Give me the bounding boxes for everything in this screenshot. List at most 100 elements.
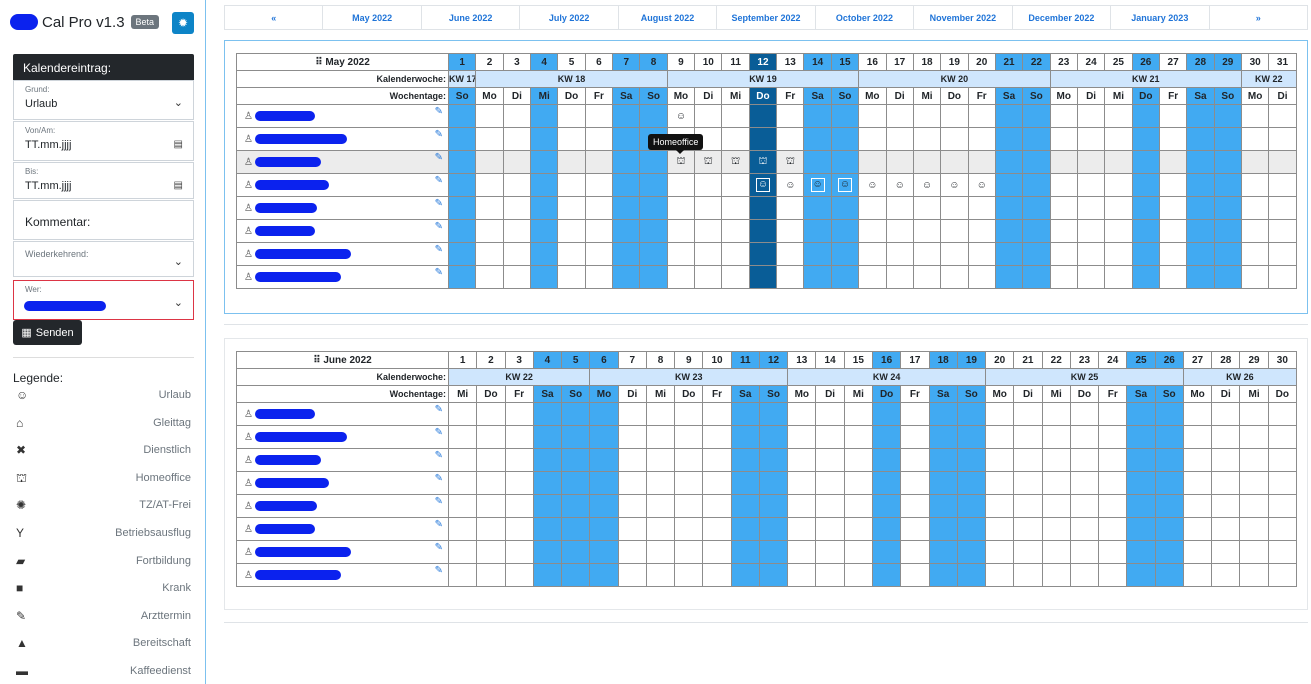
day-cell[interactable] [504, 517, 534, 541]
day-cell[interactable] [1213, 173, 1242, 197]
day-cell[interactable] [843, 540, 873, 564]
day-cell[interactable] [530, 219, 559, 243]
day-cell[interactable] [617, 402, 647, 426]
day-cell[interactable] [502, 265, 532, 289]
day-cell[interactable] [928, 448, 958, 472]
day-cell[interactable] [858, 196, 887, 220]
day-cell[interactable] [532, 471, 563, 495]
day-cell[interactable] [815, 540, 845, 564]
day-cell[interactable] [1240, 127, 1270, 151]
day-cell[interactable] [994, 150, 1024, 174]
day-cell[interactable] [871, 402, 902, 426]
day-cell[interactable] [1211, 402, 1241, 426]
edit-icon[interactable]: ✎ [435, 496, 443, 507]
day-cell[interactable] [885, 104, 914, 128]
day-cell[interactable] [1022, 173, 1051, 197]
day-cell[interactable] [858, 219, 887, 243]
day-cell[interactable] [476, 563, 506, 587]
day-cell[interactable] [748, 127, 778, 151]
day-cell[interactable] [666, 219, 696, 243]
day-cell[interactable] [1158, 265, 1188, 289]
day-cell[interactable] [530, 127, 559, 151]
day-cell[interactable] [557, 196, 586, 220]
edit-icon[interactable]: ✎ [435, 129, 443, 140]
day-cell[interactable] [885, 196, 914, 220]
day-cell[interactable] [447, 219, 477, 243]
person-row[interactable]: ♙ ✎ [236, 196, 1297, 220]
day-cell[interactable] [967, 104, 996, 128]
day-cell[interactable] [589, 425, 619, 449]
day-cell[interactable] [1268, 242, 1297, 266]
day-cell[interactable] [776, 219, 805, 243]
day-cell[interactable] [928, 517, 958, 541]
day-cell[interactable] [589, 563, 619, 587]
day-cell[interactable] [956, 494, 987, 518]
day-cell[interactable] [1076, 127, 1106, 151]
day-cell[interactable] [532, 563, 563, 587]
day-cell[interactable] [871, 425, 902, 449]
day-cell[interactable] [1069, 494, 1100, 518]
day-cell[interactable] [787, 517, 817, 541]
day-cell[interactable] [1211, 425, 1241, 449]
day-cell[interactable] [702, 494, 732, 518]
day-cell[interactable] [1104, 104, 1133, 128]
day-cell[interactable] [843, 517, 873, 541]
day-cell[interactable] [758, 540, 789, 564]
day-cell[interactable] [639, 265, 668, 289]
day-cell[interactable] [1268, 196, 1297, 220]
day-cell[interactable] [1069, 402, 1100, 426]
day-cell[interactable] [1076, 219, 1106, 243]
month-link[interactable]: August 2022 [619, 6, 718, 29]
day-cell[interactable] [1267, 402, 1297, 426]
day-cell[interactable] [776, 196, 805, 220]
day-cell[interactable] [721, 127, 750, 151]
bis-date-input[interactable]: Bis: TT.mm.jjjj ▤ [13, 162, 194, 199]
day-cell[interactable] [1013, 402, 1043, 426]
day-cell[interactable] [1049, 150, 1078, 174]
day-cell[interactable] [1049, 173, 1078, 197]
day-cell[interactable] [758, 402, 789, 426]
day-cell[interactable] [502, 173, 532, 197]
day-cell[interactable] [1186, 173, 1215, 197]
day-cell[interactable] [589, 448, 619, 472]
day-cell[interactable] [639, 219, 668, 243]
day-cell[interactable] [1131, 127, 1160, 151]
day-cell[interactable] [1268, 104, 1297, 128]
day-cell[interactable] [504, 448, 534, 472]
day-cell[interactable] [476, 517, 506, 541]
day-cell[interactable] [532, 425, 563, 449]
day-cell[interactable] [843, 425, 873, 449]
day-cell[interactable] [502, 104, 532, 128]
day-cell[interactable] [912, 150, 942, 174]
edit-icon[interactable]: ✎ [435, 450, 443, 461]
day-cell[interactable] [1049, 196, 1078, 220]
day-cell[interactable] [504, 540, 534, 564]
day-cell[interactable] [612, 127, 641, 151]
person-row[interactable]: ♙ ✎ [236, 219, 1297, 243]
month-link[interactable]: October 2022 [816, 6, 915, 29]
day-cell[interactable] [928, 563, 958, 587]
next-month-link[interactable]: » [1210, 6, 1307, 29]
day-cell[interactable] [447, 127, 477, 151]
day-cell[interactable] [1076, 196, 1106, 220]
day-cell[interactable] [447, 242, 477, 266]
day-cell[interactable] [1211, 517, 1241, 541]
day-cell[interactable] [1158, 127, 1188, 151]
day-cell[interactable] [1239, 494, 1269, 518]
day-cell[interactable] [504, 402, 534, 426]
day-cell[interactable] [1211, 448, 1241, 472]
day-cell[interactable] [1022, 127, 1051, 151]
day-cell[interactable] [830, 104, 860, 128]
day-cell[interactable] [530, 242, 559, 266]
day-cell[interactable] [532, 540, 563, 564]
day-cell[interactable] [928, 402, 958, 426]
day-cell[interactable] [1239, 563, 1269, 587]
month-link[interactable]: July 2022 [520, 6, 619, 29]
day-cell[interactable] [502, 150, 532, 174]
day-cell[interactable] [985, 540, 1015, 564]
day-cell[interactable] [1131, 173, 1160, 197]
day-cell[interactable] [1267, 471, 1297, 495]
day-cell[interactable] [1126, 471, 1156, 495]
day-cell[interactable] [476, 494, 506, 518]
day-cell[interactable] [530, 196, 559, 220]
